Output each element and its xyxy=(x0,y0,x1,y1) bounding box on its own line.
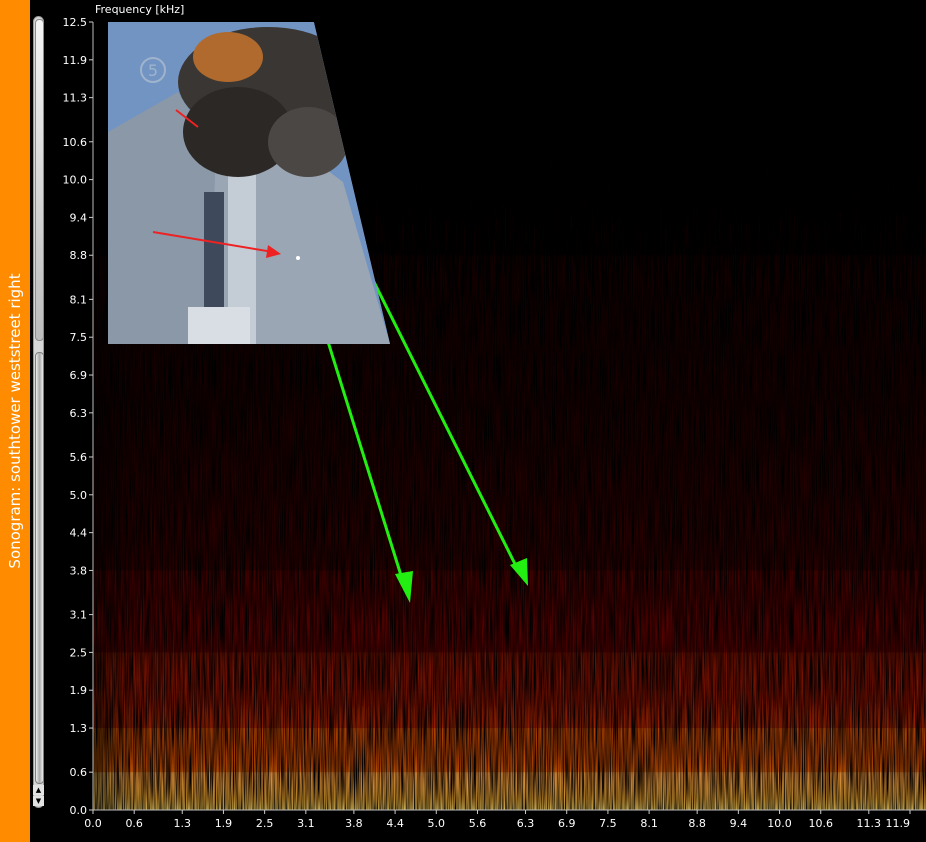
y-tick-label: 10.6 xyxy=(63,136,88,149)
energy-band xyxy=(93,690,926,729)
y-tick-label: 1.3 xyxy=(70,722,88,735)
x-tick-label: 11.3 xyxy=(857,817,882,830)
x-tick-label: 6.3 xyxy=(517,817,535,830)
y-tick-label: 11.3 xyxy=(63,92,88,105)
x-tick-label: 0.0 xyxy=(84,817,102,830)
x-tick-label: 7.5 xyxy=(599,817,617,830)
energy-band xyxy=(93,728,926,773)
energy-band xyxy=(93,337,926,413)
y-tick-label: 1.9 xyxy=(70,684,88,697)
x-tick-label: 1.3 xyxy=(174,817,192,830)
channel-logo: 5 xyxy=(148,61,158,80)
energy-band xyxy=(93,570,926,615)
x-tick-label: 8.1 xyxy=(640,817,658,830)
x-tick-label: 11.9 xyxy=(886,817,911,830)
y-tick-label: 0.0 xyxy=(70,804,88,817)
x-tick-label: 0.6 xyxy=(125,817,143,830)
x-tick-label: 3.8 xyxy=(345,817,363,830)
chart-title: Frequency [kHz] xyxy=(95,3,185,16)
y-tick-label: 3.8 xyxy=(70,564,88,577)
y-tick-label: 3.1 xyxy=(70,609,88,622)
smoke-cloud-3 xyxy=(268,107,348,177)
x-tick-label: 1.9 xyxy=(215,817,233,830)
energy-band xyxy=(93,456,926,495)
y-tick-label: 6.3 xyxy=(70,407,88,420)
y-tick-label: 9.4 xyxy=(70,211,88,224)
y-tick-label: 5.6 xyxy=(70,451,88,464)
energy-band xyxy=(93,614,926,653)
y-axis: 0.0 0.6 1.3 1.9 2.5 3.1 3.8 4.4 5.0 5.6 6.3 6.9 7.5 8… xyxy=(63,16,94,817)
energy-band xyxy=(93,412,926,457)
y-tick-label: 7.5 xyxy=(70,331,88,344)
energy-band xyxy=(93,652,926,691)
energy-band xyxy=(93,772,926,810)
y-tick-label: 10.0 xyxy=(63,174,88,187)
y-tick-label: 11.9 xyxy=(63,54,88,67)
y-tick-label: 5.0 xyxy=(70,489,88,502)
energy-band xyxy=(93,494,926,533)
x-tick-label: 9.4 xyxy=(730,817,748,830)
x-tick-label: 10.6 xyxy=(808,817,833,830)
x-tick-label: 10.0 xyxy=(767,817,792,830)
x-tick-label: 2.5 xyxy=(256,817,274,830)
y-tick-label: 6.9 xyxy=(70,369,88,382)
y-tick-label: 8.1 xyxy=(70,293,88,306)
x-tick-label: 5.0 xyxy=(428,817,446,830)
tower-base xyxy=(188,307,250,344)
y-tick-label: 12.5 xyxy=(63,16,88,29)
x-axis: 0.0 0.6 1.3 1.9 2.5 3.1 3.8 4.4 5.0 5.6 6.3 6.9 7.5 8… xyxy=(84,809,926,830)
debris-point xyxy=(296,256,300,260)
x-tick-label: 5.6 xyxy=(469,817,487,830)
y-tick-label: 2.5 xyxy=(70,646,88,659)
x-tick-label: 6.9 xyxy=(558,817,576,830)
y-tick-label: 8.8 xyxy=(70,249,88,262)
y-tick-label: 0.6 xyxy=(70,766,88,779)
x-tick-label: 4.4 xyxy=(386,817,404,830)
fire-glow xyxy=(193,32,263,82)
y-tick-label: 4.4 xyxy=(70,527,88,540)
x-tick-label: 3.1 xyxy=(297,817,315,830)
x-tick-label: 8.8 xyxy=(688,817,706,830)
